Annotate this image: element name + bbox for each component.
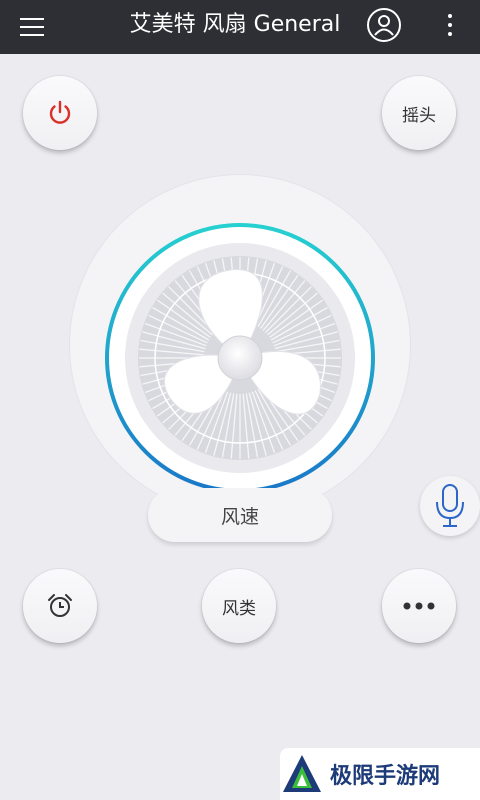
menu-icon[interactable] [14,12,48,42]
more-button[interactable] [382,569,456,643]
wind-mode-label: 风类 [222,598,256,619]
swing-button[interactable]: 摇头 [382,76,456,150]
app-bar: 艾美特 风扇 General [0,0,480,54]
watermark-text: 极限手游网 [330,763,441,789]
wind-mode-button[interactable]: 风类 [202,569,276,643]
power-icon [49,100,71,124]
speed-label: 风速 [220,505,259,528]
fan-graphic [105,223,375,493]
more-vert-icon[interactable] [440,10,460,44]
alarm-clock-icon [48,594,72,617]
swing-label: 摇头 [402,105,436,126]
voice-button[interactable] [420,476,480,536]
page-title: 艾美特 风扇 General [129,12,341,37]
microphone-icon [436,484,464,527]
more-horiz-icon [403,602,435,610]
watermark: 极限手游网 [280,748,480,800]
watermark-logo-icon [283,755,321,792]
speed-button[interactable]: 风速 [148,488,332,542]
account-icon[interactable] [367,8,401,42]
timer-button[interactable] [23,569,97,643]
power-button[interactable] [23,76,97,150]
